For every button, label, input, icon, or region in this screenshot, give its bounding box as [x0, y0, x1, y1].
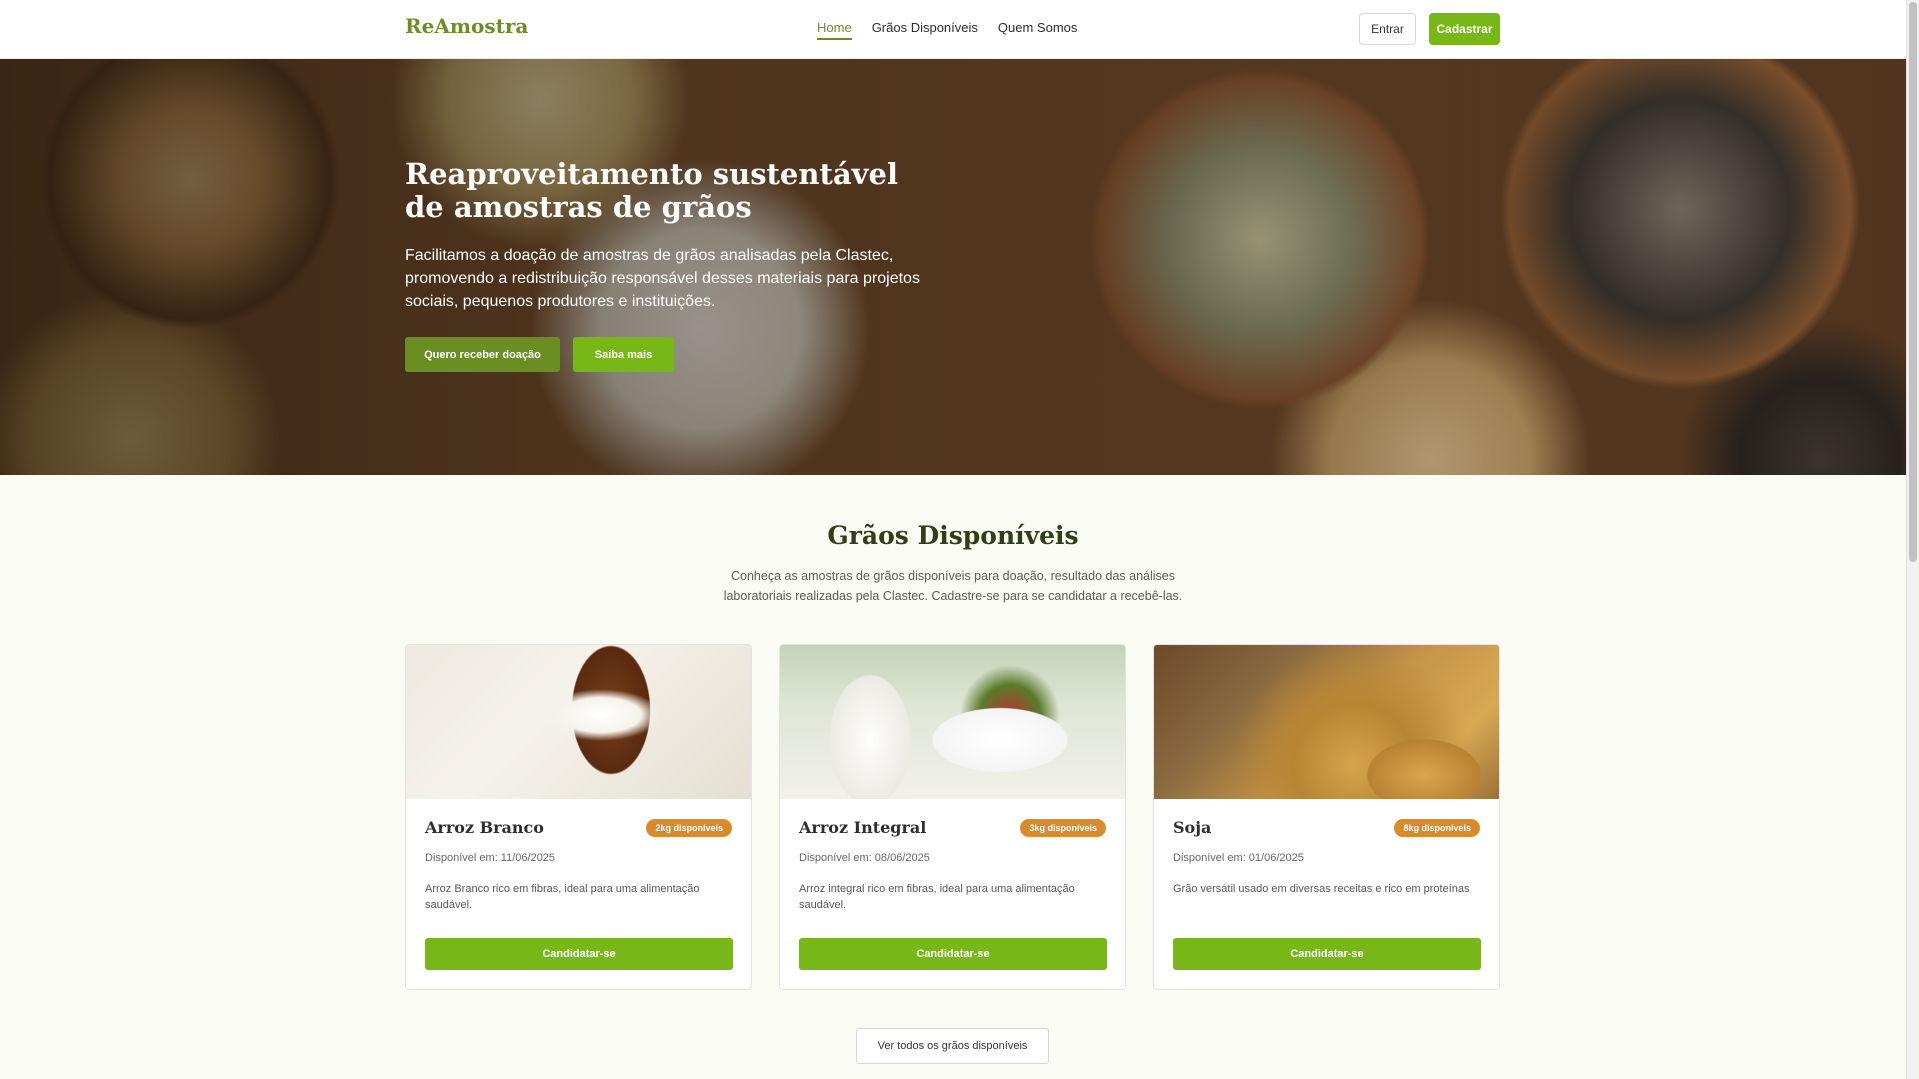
availability-badge: 2kg disponíveis: [646, 819, 732, 837]
navbar: ReAmostra Home Grãos Disponíveis Quem So…: [0, 0, 1906, 59]
white-rice-image: [406, 645, 751, 799]
grain-card-arroz-branco: Arroz Branco 2kg disponíveis Disponível …: [405, 644, 752, 990]
hero-background-image: [0, 59, 1906, 475]
card-title: Arroz Branco: [425, 818, 544, 837]
main-nav: Home Grãos Disponíveis Quem Somos: [817, 20, 1077, 40]
availability-badge: 8kg disponíveis: [1394, 819, 1480, 837]
soybeans-image: [1154, 645, 1499, 799]
card-description: Arroz integral rico em fibras, ideal par…: [799, 883, 1075, 911]
hero-title: Reaproveitamento sustentável de amostras…: [405, 157, 898, 224]
milk-fruit-bowl-image: [780, 645, 1125, 799]
hero-banner: Reaproveitamento sustentável de amostras…: [0, 59, 1906, 475]
login-button[interactable]: Entrar: [1359, 13, 1416, 45]
scrollbar-thumb[interactable]: [1909, 2, 1917, 562]
nav-link-graos-disponiveis[interactable]: Grãos Disponíveis: [872, 20, 978, 40]
hero-description: Facilitamos a doação de amostras de grão…: [405, 247, 920, 310]
learn-more-button[interactable]: Saiba mais: [573, 337, 674, 372]
card-date: Disponível em: 11/06/2025: [425, 852, 556, 864]
card-date: Disponível em: 01/06/2025: [1173, 852, 1304, 864]
receive-donation-button[interactable]: Quero receber doação: [405, 337, 560, 372]
grain-card-soja: Soja 8kg disponíveis Disponível em: 01/0…: [1153, 644, 1500, 990]
signup-button[interactable]: Cadastrar: [1429, 13, 1500, 45]
apply-button[interactable]: Candidatar-se: [425, 938, 733, 970]
card-date: Disponível em: 08/06/2025: [799, 852, 930, 864]
section-title: Grãos Disponíveis: [827, 521, 1079, 550]
card-description: Grão versátil usado em diversas receitas…: [1173, 883, 1470, 895]
nav-link-quem-somos[interactable]: Quem Somos: [998, 20, 1077, 40]
view-all-grains-button[interactable]: Ver todos os grãos disponíveis: [856, 1028, 1049, 1064]
card-description: Arroz Branco rico em fibras, ideal para …: [425, 883, 700, 911]
card-title: Soja: [1173, 818, 1212, 837]
page-scrollbar[interactable]: [1906, 0, 1919, 1079]
card-title: Arroz Integral: [799, 818, 927, 837]
nav-link-home[interactable]: Home: [817, 20, 852, 40]
apply-button[interactable]: Candidatar-se: [799, 938, 1107, 970]
grain-card-arroz-integral: Arroz Integral 3kg disponíveis Disponíve…: [779, 644, 1126, 990]
availability-badge: 3kg disponíveis: [1020, 819, 1106, 837]
section-description: Conheça as amostras de grãos disponíveis…: [723, 569, 1183, 603]
apply-button[interactable]: Candidatar-se: [1173, 938, 1481, 970]
brand-logo[interactable]: ReAmostra: [405, 14, 528, 38]
